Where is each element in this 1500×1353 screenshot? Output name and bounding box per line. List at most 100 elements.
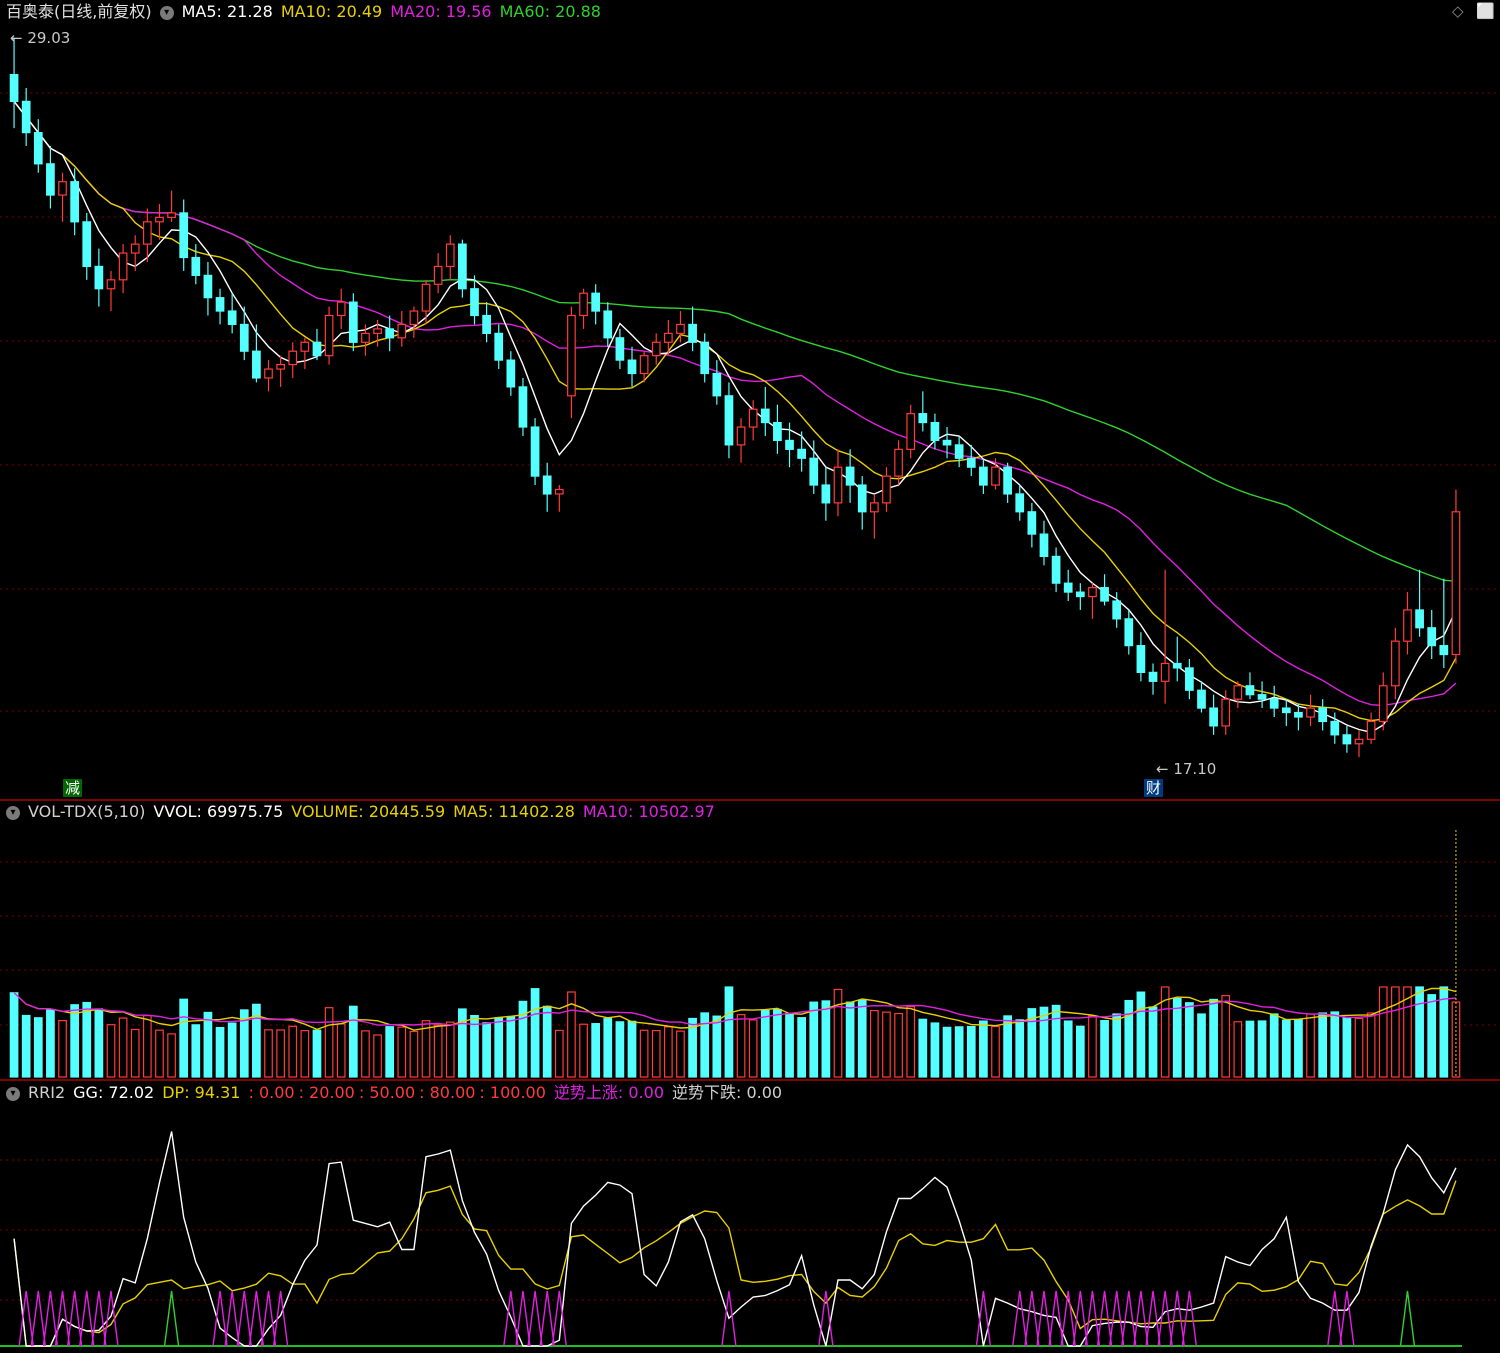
volume-bar [748, 1019, 758, 1078]
volume-bar [215, 1026, 225, 1078]
candle-body [385, 328, 395, 339]
candle-body [664, 332, 673, 343]
candle-body [1185, 667, 1194, 691]
signal-spike [975, 1290, 992, 1347]
volume-bar [518, 1000, 528, 1078]
candle-body [227, 310, 237, 326]
diamond-icon[interactable]: ◇ [1452, 2, 1464, 20]
volume-bar [288, 1025, 298, 1078]
volume-bar [1088, 1015, 1097, 1078]
volume-bar [373, 1034, 382, 1078]
signal-spike [515, 1290, 531, 1347]
stock-chart-canvas[interactable] [0, 0, 1500, 1353]
volume-bar [300, 1030, 310, 1078]
volume-bar [397, 1026, 407, 1078]
volume-bar [1391, 986, 1400, 1078]
volume-bar [348, 1005, 358, 1078]
signal-spike [1399, 1290, 1416, 1347]
candle-body [1245, 685, 1255, 696]
volume-bar [203, 1011, 213, 1078]
volume-bar [954, 1026, 964, 1078]
candle-body [1088, 587, 1097, 598]
signal-spike [1096, 1290, 1113, 1347]
volume-bar [46, 1008, 55, 1078]
stock-title: 百奥泰(日线,前复权) [6, 2, 152, 21]
signal-spike [539, 1290, 555, 1347]
signal-spike [1327, 1290, 1343, 1347]
candle-body [1306, 707, 1315, 718]
volume-bar [58, 1020, 67, 1078]
signal-spike [79, 1290, 95, 1347]
volume-ma10-line [13, 992, 1456, 1026]
signal-spike [1024, 1290, 1040, 1347]
vol-ma5-legend: MA5: 11402.28 [453, 802, 575, 821]
volume-bar [70, 1004, 79, 1078]
volume-bar [1233, 1021, 1243, 1078]
volume-bar [1415, 986, 1424, 1078]
signal-spike [236, 1290, 252, 1347]
chevron-down-icon[interactable]: ▾ [6, 805, 20, 820]
volume-bar [1124, 999, 1134, 1078]
volume-bar [1172, 997, 1182, 1078]
candle-body [1027, 511, 1037, 535]
candle-body [1233, 685, 1243, 700]
volume-bar [1063, 1020, 1073, 1078]
chevron-down-icon[interactable]: ▾ [6, 1086, 20, 1101]
volume-bar [118, 1017, 128, 1078]
volume-bar [179, 998, 189, 1078]
volume-bar [33, 1017, 43, 1078]
volume-bar [1281, 1019, 1291, 1078]
volume-bar [167, 1033, 176, 1078]
volume-bar [1294, 1019, 1303, 1078]
volume-bar [1051, 1004, 1061, 1078]
maximize-icon[interactable]: ⬜ [1476, 2, 1495, 20]
volume-bar [264, 1029, 273, 1078]
candle-body [94, 265, 104, 290]
signal-spike [91, 1290, 107, 1347]
rri-indicator-name[interactable]: RRI2 [28, 1083, 65, 1102]
volume-bar [385, 1026, 395, 1078]
candle-body [1354, 738, 1364, 745]
volume-bar [155, 1029, 164, 1078]
chevron-down-icon[interactable]: ▾ [159, 5, 174, 20]
volume-bar [736, 1014, 746, 1078]
volume-bar [1378, 986, 1388, 1078]
candle-body [252, 350, 261, 379]
gg-legend: GG: 72.02 [73, 1083, 155, 1102]
volume-bar [458, 1008, 467, 1078]
vol-indicator-name[interactable]: VOL-TDX(5,10) [28, 802, 145, 821]
candle-body [906, 413, 916, 450]
ma20-legend: MA20: 19.56 [390, 2, 492, 21]
volume-bar [639, 1029, 649, 1078]
candle-body [518, 386, 528, 428]
volume-bar [615, 1021, 625, 1078]
reduce-marker[interactable]: 减 [63, 779, 83, 797]
candle-body [288, 350, 298, 366]
volume-bar [1318, 1012, 1328, 1078]
volume-bar [530, 988, 540, 1078]
candle-body [942, 439, 952, 446]
signal-spike [212, 1290, 228, 1347]
signal-spike [1181, 1290, 1198, 1347]
volume-bar [142, 1015, 152, 1078]
vvol-legend: VVOL: 69975.75 [153, 802, 284, 821]
candle-body [882, 475, 891, 504]
volume-bar [797, 1017, 806, 1078]
candle-body [1427, 627, 1437, 647]
volume-bar [591, 1023, 601, 1078]
volume-bar [882, 1011, 891, 1078]
candle-body [58, 181, 67, 196]
candle-body [482, 314, 491, 334]
signal-spike [1339, 1290, 1355, 1347]
finance-marker[interactable]: 财 [1144, 779, 1164, 797]
volume-bar [433, 1024, 443, 1078]
candle-body [1378, 685, 1388, 723]
candle-body [348, 301, 358, 343]
candle-body [1391, 640, 1400, 687]
volume-bar [1342, 1017, 1352, 1078]
volume-bar [676, 1030, 685, 1078]
signal-spike [163, 1290, 180, 1347]
period-high-label: ← 29.03 [10, 29, 71, 47]
volume-bar [724, 986, 734, 1078]
signal-spike [1036, 1290, 1052, 1347]
